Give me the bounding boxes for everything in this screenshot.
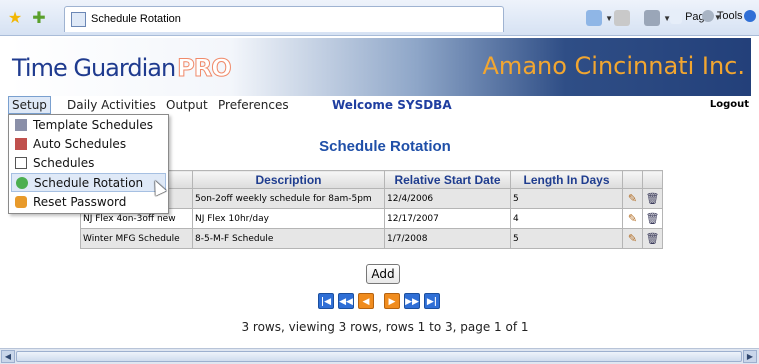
- help-button[interactable]: [744, 10, 756, 23]
- browser-tab[interactable]: Schedule Rotation: [64, 6, 504, 32]
- dropdown-item-schedule-rotation[interactable]: Schedule Rotation: [11, 173, 166, 192]
- time-guardian-logo: Time GuardianPRO: [12, 54, 233, 83]
- cell-start-date: 1/7/2008: [384, 228, 511, 249]
- column-header-length-in-days[interactable]: Length In Days: [510, 170, 623, 189]
- trash-icon: 🗑: [645, 192, 660, 205]
- gear-icon: [702, 10, 714, 23]
- page-title: Schedule Rotation: [319, 138, 451, 155]
- cell-description: NJ Flex 10hr/day: [192, 208, 385, 229]
- pagination-status: 3 rows, viewing 3 rows, rows 1 to 3, pag…: [241, 320, 529, 334]
- tab-title: Schedule Rotation: [91, 13, 181, 25]
- first-page-icon[interactable]: |◀: [318, 293, 334, 309]
- horizontal-scrollbar[interactable]: ◀ ▶: [0, 348, 759, 364]
- chevron-down-icon: ▼: [605, 13, 613, 23]
- pencil-icon: ✎: [627, 192, 638, 205]
- help-icon: [744, 10, 756, 23]
- edit-button[interactable]: ✎: [622, 188, 643, 209]
- add-button[interactable]: Add: [366, 264, 400, 284]
- cell-start-date: 12/17/2007: [384, 208, 511, 229]
- column-header-edit: [622, 170, 643, 189]
- schedules-icon: [15, 157, 27, 169]
- edit-button[interactable]: ✎: [622, 208, 643, 229]
- cell-description: 5on-2off weekly schedule for 8am-5pm: [192, 188, 385, 209]
- dropdown-item-auto-schedules[interactable]: Auto Schedules: [11, 135, 166, 154]
- logo-time: Time: [12, 54, 68, 82]
- trash-icon: 🗑: [645, 232, 660, 245]
- setup-dropdown-menu: Template Schedules Auto Schedules Schedu…: [8, 114, 169, 214]
- logout-link[interactable]: Logout: [710, 99, 749, 110]
- page-favicon-icon: [71, 12, 86, 27]
- dropdown-item-label: Schedule Rotation: [34, 176, 144, 190]
- welcome-text: Welcome SYSDBA: [332, 98, 452, 112]
- auto-schedules-icon: [15, 138, 27, 150]
- scroll-right-icon[interactable]: ▶: [743, 350, 757, 363]
- scrollbar-thumb[interactable]: [16, 351, 742, 362]
- fast-forward-icon[interactable]: ▶▶: [404, 293, 420, 309]
- cell-description: 8-5-M-F Schedule: [192, 228, 385, 249]
- template-schedules-icon: [15, 119, 27, 131]
- dropdown-item-label: Template Schedules: [33, 118, 153, 132]
- menu-setup[interactable]: Setup: [8, 96, 51, 114]
- pencil-icon: ✎: [627, 232, 638, 245]
- dropdown-item-schedules[interactable]: Schedules: [11, 154, 166, 173]
- schedule-rotation-icon: [16, 177, 28, 189]
- next-page-icon[interactable]: ▶: [384, 293, 400, 309]
- app-header: Time GuardianPRO Amano Cincinnati Inc.: [8, 38, 751, 96]
- menu-daily-activities[interactable]: Daily Activities: [67, 98, 156, 112]
- last-page-icon[interactable]: ▶|: [424, 293, 440, 309]
- browser-toolbar: ★ ✚ Schedule Rotation ▼ ▼ Page ▼ Tools ▼: [0, 0, 759, 36]
- dropdown-item-label: Auto Schedules: [33, 137, 127, 151]
- dropdown-item-label: Reset Password: [33, 195, 127, 209]
- delete-button[interactable]: 🗑: [642, 188, 663, 209]
- feeds-button[interactable]: [614, 10, 630, 26]
- page-icon: [670, 10, 682, 24]
- favorites-star-icon[interactable]: ★: [6, 9, 24, 27]
- menu-preferences[interactable]: Preferences: [218, 98, 289, 112]
- column-header-relative-start-date[interactable]: Relative Start Date: [384, 170, 511, 189]
- fast-back-icon[interactable]: ◀◀: [338, 293, 354, 309]
- trash-icon: 🗑: [645, 212, 660, 225]
- prev-page-icon[interactable]: ◀: [358, 293, 374, 309]
- menu-bar: Setup Daily Activities Output Preference…: [8, 96, 751, 114]
- cell-name: Winter MFG Schedule: [80, 228, 193, 249]
- home-icon: [586, 10, 602, 26]
- print-button[interactable]: ▼: [644, 10, 671, 26]
- cell-length: 5: [510, 228, 623, 249]
- reset-password-icon: [15, 196, 27, 208]
- logo-guardian: Guardian: [73, 54, 176, 82]
- column-header-delete: [642, 170, 663, 189]
- cell-start-date: 12/4/2006: [384, 188, 511, 209]
- menu-output[interactable]: Output: [166, 98, 208, 112]
- logo-pro: PRO: [177, 54, 233, 83]
- column-header-description[interactable]: Description: [192, 170, 385, 189]
- pencil-icon: ✎: [627, 212, 638, 225]
- home-button[interactable]: ▼: [586, 10, 613, 26]
- dropdown-item-reset-password[interactable]: Reset Password: [11, 193, 166, 212]
- dropdown-item-template-schedules[interactable]: Template Schedules: [11, 116, 166, 135]
- add-favorites-icon[interactable]: ✚: [30, 9, 48, 27]
- company-name: Amano Cincinnati Inc.: [482, 52, 745, 80]
- delete-button[interactable]: 🗑: [642, 208, 663, 229]
- delete-button[interactable]: 🗑: [642, 228, 663, 249]
- dropdown-item-label: Schedules: [33, 156, 95, 170]
- feeds-icon: [614, 10, 630, 26]
- print-icon: [644, 10, 660, 26]
- cell-length: 4: [510, 208, 623, 229]
- cell-length: 5: [510, 188, 623, 209]
- table-row[interactable]: Winter MFG Schedule 8-5-M-F Schedule 1/7…: [80, 228, 663, 249]
- tools-menu-label: Tools: [716, 10, 743, 22]
- edit-button[interactable]: ✎: [622, 228, 643, 249]
- scroll-left-icon[interactable]: ◀: [1, 350, 15, 363]
